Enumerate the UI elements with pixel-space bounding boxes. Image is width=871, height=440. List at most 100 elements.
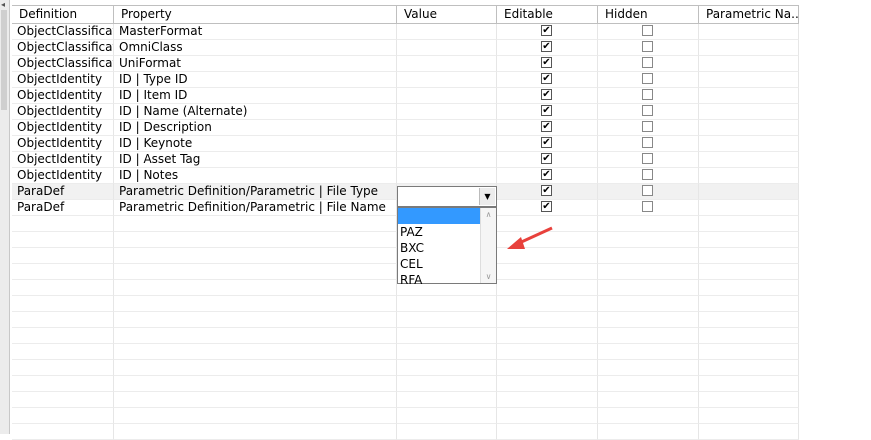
hidden-checkbox[interactable]: [642, 121, 653, 132]
editable-checkbox[interactable]: ✔: [541, 105, 552, 116]
editable-checkbox[interactable]: ✔: [541, 121, 552, 132]
hidden-checkbox[interactable]: [642, 57, 653, 68]
table-row[interactable]: ObjectIdentity ID | Asset Tag ✔: [12, 152, 799, 168]
table-row[interactable]: ObjectIdentity ID | Description ✔: [12, 120, 799, 136]
editable-cell: ✔: [497, 136, 598, 152]
empty-row: [12, 312, 799, 328]
scroll-up-arrow-icon[interactable]: ◂: [1, 0, 5, 9]
empty-cell: [699, 344, 799, 360]
value-cell[interactable]: [397, 152, 497, 168]
empty-cell: [114, 296, 397, 312]
value-cell[interactable]: [397, 24, 497, 40]
scroll-up-icon[interactable]: ∧: [481, 210, 496, 219]
empty-cell: [114, 264, 397, 280]
parametric-name-cell: [699, 104, 799, 120]
table-row[interactable]: ObjectIdentity ID | Name (Alternate) ✔: [12, 104, 799, 120]
definition-cell: ObjectIdentity: [12, 152, 114, 168]
column-header[interactable]: Editable: [497, 6, 598, 23]
hidden-checkbox[interactable]: [642, 201, 653, 212]
empty-cell: [699, 360, 799, 376]
empty-cell: [397, 376, 497, 392]
scroll-down-icon[interactable]: ∨: [481, 272, 496, 281]
property-cell: MasterFormat: [114, 24, 397, 40]
empty-cell: [397, 344, 497, 360]
column-header[interactable]: Definition: [12, 6, 114, 23]
hidden-cell: [598, 152, 699, 168]
column-header[interactable]: Parametric Na...: [699, 6, 799, 23]
editable-checkbox[interactable]: ✔: [541, 41, 552, 52]
table-row[interactable]: ObjectIdentity ID | Notes ✔: [12, 168, 799, 184]
empty-cell: [699, 328, 799, 344]
left-scrollbar[interactable]: ◂: [0, 0, 10, 434]
parametric-name-cell: [699, 24, 799, 40]
editable-cell: ✔: [497, 72, 598, 88]
empty-cell: [699, 264, 799, 280]
parametric-name-cell: [699, 40, 799, 56]
editable-checkbox[interactable]: ✔: [541, 185, 552, 196]
empty-cell: [699, 280, 799, 296]
value-cell[interactable]: [397, 40, 497, 56]
file-type-combobox[interactable]: ▼: [397, 186, 497, 207]
table-row[interactable]: ObjectIdentity ID | Keynote ✔: [12, 136, 799, 152]
editable-checkbox[interactable]: ✔: [541, 89, 552, 100]
table-row[interactable]: ObjectIdentity ID | Item ID ✔: [12, 88, 799, 104]
editable-checkbox[interactable]: ✔: [541, 137, 552, 148]
empty-cell: [497, 312, 598, 328]
parametric-name-cell: [699, 72, 799, 88]
definition-cell: ParaDef: [12, 200, 114, 216]
editable-cell: ✔: [497, 24, 598, 40]
empty-cell: [497, 424, 598, 440]
editable-checkbox[interactable]: ✔: [541, 153, 552, 164]
editable-checkbox[interactable]: ✔: [541, 201, 552, 212]
editable-cell: ✔: [497, 184, 598, 200]
editable-checkbox[interactable]: ✔: [541, 169, 552, 180]
hidden-checkbox[interactable]: [642, 41, 653, 52]
editable-checkbox[interactable]: ✔: [541, 57, 552, 68]
table-row[interactable]: ObjectClassificatioOmniClass ✔: [12, 40, 799, 56]
column-header[interactable]: Property: [114, 6, 397, 23]
definition-cell: ObjectIdentity: [12, 88, 114, 104]
value-cell[interactable]: [397, 72, 497, 88]
value-cell[interactable]: [397, 168, 497, 184]
value-cell[interactable]: [397, 88, 497, 104]
value-cell[interactable]: [397, 136, 497, 152]
value-cell[interactable]: [397, 104, 497, 120]
hidden-cell: [598, 24, 699, 40]
value-cell[interactable]: [397, 56, 497, 72]
chevron-down-icon[interactable]: ▼: [479, 188, 495, 205]
hidden-checkbox[interactable]: [642, 185, 653, 196]
hidden-checkbox[interactable]: [642, 153, 653, 164]
empty-cell: [114, 328, 397, 344]
table-row[interactable]: ObjectClassificatioUniFormat ✔: [12, 56, 799, 72]
empty-cell: [699, 216, 799, 232]
empty-cell: [497, 392, 598, 408]
hidden-checkbox[interactable]: [642, 73, 653, 84]
definition-cell: ObjectIdentity: [12, 120, 114, 136]
editable-cell: ✔: [497, 40, 598, 56]
empty-cell: [598, 328, 699, 344]
empty-cell: [598, 296, 699, 312]
scrollbar-thumb[interactable]: [1, 10, 7, 110]
file-type-dropdown-list[interactable]: PAZ BXC CEL RFA ∧ ∨: [397, 207, 497, 287]
dropdown-scrollbar[interactable]: ∧ ∨: [480, 208, 496, 283]
value-cell[interactable]: [397, 120, 497, 136]
hidden-checkbox[interactable]: [642, 25, 653, 36]
column-header[interactable]: Hidden: [598, 6, 699, 23]
editable-checkbox[interactable]: ✔: [541, 73, 552, 84]
editable-cell: ✔: [497, 56, 598, 72]
table-row[interactable]: ObjectClassificatioMasterFormat ✔: [12, 24, 799, 40]
column-header[interactable]: Value: [397, 6, 497, 23]
hidden-checkbox[interactable]: [642, 137, 653, 148]
table-row[interactable]: ObjectIdentity ID | Type ID ✔: [12, 72, 799, 88]
hidden-cell: [598, 168, 699, 184]
hidden-checkbox[interactable]: [642, 169, 653, 180]
empty-cell: [497, 296, 598, 312]
empty-cell: [114, 376, 397, 392]
hidden-checkbox[interactable]: [642, 105, 653, 116]
empty-cell: [699, 408, 799, 424]
empty-cell: [699, 424, 799, 440]
hidden-checkbox[interactable]: [642, 89, 653, 100]
editable-checkbox[interactable]: ✔: [541, 25, 552, 36]
property-cell: ID | Notes: [114, 168, 397, 184]
empty-cell: [397, 392, 497, 408]
